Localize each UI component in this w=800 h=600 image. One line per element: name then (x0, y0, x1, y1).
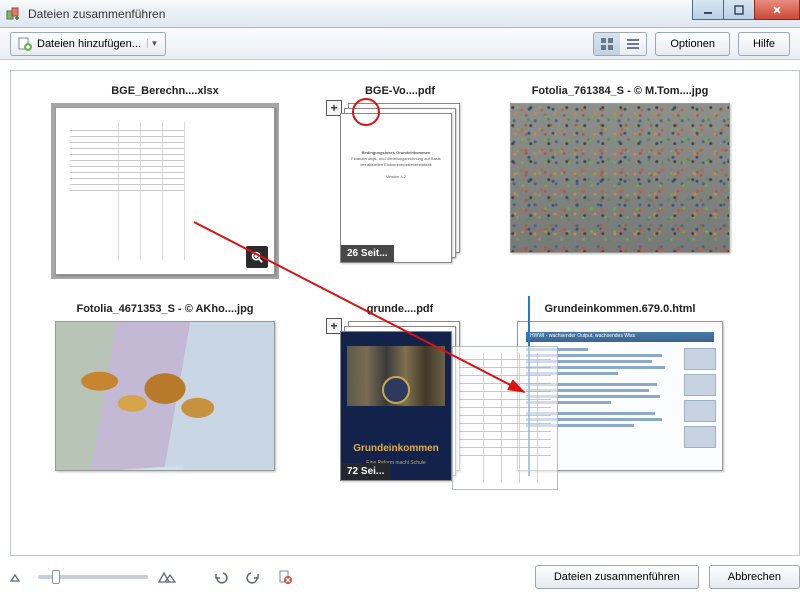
add-files-label: Dateien hinzufügen... (37, 38, 141, 50)
file-item[interactable]: Fotolia_4671353_S - © AKho....jpg 20 20 (35, 303, 295, 503)
toolbar: Dateien hinzufügen... ▼ Optionen Hilfe (0, 28, 800, 60)
app-icon (6, 6, 22, 22)
combine-files-button[interactable]: Dateien zusammenführen (535, 565, 699, 589)
file-name: Fotolia_4671353_S - © AKho....jpg (76, 303, 253, 315)
drag-ghost (452, 346, 558, 490)
add-files-button[interactable]: Dateien hinzufügen... ▼ (10, 32, 166, 56)
zoom-slider[interactable] (38, 575, 148, 579)
file-thumbnail-image: 20 20 (55, 321, 275, 471)
thumbnail-view-button[interactable] (594, 33, 620, 55)
file-item[interactable]: Fotolia_761384_S - © M.Tom....jpg (505, 85, 735, 295)
file-grid-area: BGE_Berechn....xlsx BGE-Vo....pdf (10, 70, 800, 556)
file-thumbnail-image (510, 103, 730, 253)
undo-button[interactable] (210, 567, 232, 587)
dropdown-caret-icon[interactable]: ▼ (147, 39, 161, 48)
options-button[interactable]: Optionen (655, 32, 730, 56)
redo-button[interactable] (242, 567, 264, 587)
window-close-button[interactable] (754, 0, 800, 20)
file-name: BGE_Berechn....xlsx (111, 85, 219, 97)
window-minimize-button[interactable] (692, 0, 724, 20)
window-titlebar: Dateien zusammenführen (0, 0, 800, 28)
file-name: Fotolia_761384_S - © M.Tom....jpg (532, 85, 709, 97)
help-button[interactable]: Hilfe (738, 32, 790, 56)
file-thumbnail-pdf: Grundeinkommen Eine Reform macht Schule … (340, 321, 460, 481)
add-files-icon (17, 36, 33, 52)
file-thumbnail-spreadsheet (55, 107, 275, 275)
bottom-bar: Dateien zusammenführen Abbrechen (10, 562, 800, 592)
slider-knob[interactable] (52, 570, 60, 584)
file-item[interactable]: BGE_Berechn....xlsx (35, 85, 295, 295)
file-name: grunde....pdf (367, 303, 434, 315)
page-count-badge: 26 Seit... (341, 245, 394, 262)
file-item[interactable]: BGE-Vo....pdf + Bedingungsloses Grundein… (295, 85, 505, 295)
file-name: BGE-Vo....pdf (365, 85, 435, 97)
list-view-button[interactable] (620, 33, 646, 55)
window-maximize-button[interactable] (723, 0, 755, 20)
zoom-out-icon[interactable] (10, 570, 28, 584)
file-thumbnail-pdf: Bedingungsloses Grundeinkommen Finanzier… (340, 103, 460, 263)
file-name: Grundeinkommen.679.0.html (545, 303, 696, 315)
page-count-badge: 72 Sei... (341, 463, 390, 480)
zoom-icon[interactable] (246, 246, 268, 268)
remove-button[interactable] (274, 567, 296, 587)
zoom-in-icon[interactable] (158, 570, 176, 584)
cancel-button[interactable]: Abbrechen (709, 565, 800, 589)
window-title: Dateien zusammenführen (28, 7, 165, 21)
view-toggle (593, 32, 647, 56)
